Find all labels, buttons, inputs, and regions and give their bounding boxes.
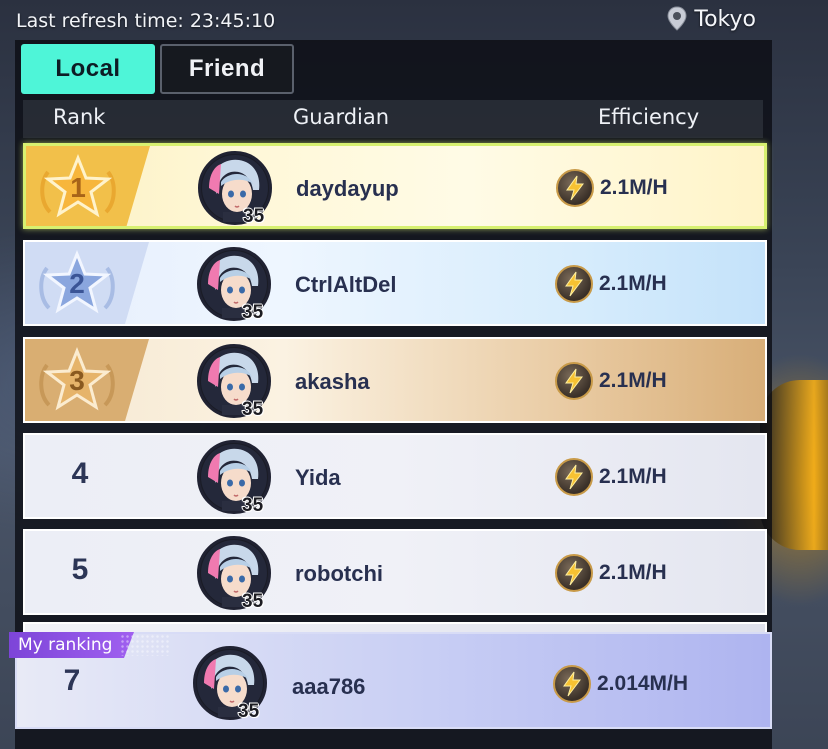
leaderboard-row[interactable]: 1 35 daydayup 2.1M/H: [23, 143, 767, 229]
player-name: robotchi: [295, 561, 383, 586]
tab-local[interactable]: Local: [21, 44, 155, 94]
leaderboard-row[interactable]: 3 35 akasha 2.1M/H: [23, 337, 767, 423]
player-level: 35: [238, 701, 260, 722]
location-indicator[interactable]: Tokyo: [666, 4, 756, 34]
rank-number: 4: [71, 457, 89, 490]
column-efficiency: Efficiency: [598, 105, 700, 129]
player-name: CtrlAltDel: [295, 272, 397, 297]
player-level: 35: [242, 302, 264, 323]
avatar[interactable]: 35: [197, 440, 271, 516]
efficiency-value: 2.1M/H: [555, 457, 667, 497]
efficiency-value: 2.1M/H: [555, 553, 667, 593]
efficiency-value: 2.1M/H: [555, 264, 667, 304]
rank-number: 7: [63, 664, 81, 697]
lightning-icon: [555, 458, 593, 496]
efficiency-value: 2.1M/H: [556, 168, 668, 208]
column-guardian: Guardian: [293, 105, 390, 129]
tab-friend[interactable]: Friend: [160, 44, 294, 94]
efficiency-text: 2.1M/H: [599, 561, 667, 584]
leaderboard-row[interactable]: 5 35 robotchi 2.1M/H: [23, 529, 767, 615]
efficiency-text: 2.1M/H: [599, 369, 667, 392]
badge-rank-number: 3: [69, 365, 85, 396]
player-level: 35: [242, 495, 264, 516]
avatar[interactable]: 35: [193, 646, 267, 722]
avatar[interactable]: 35: [197, 247, 271, 323]
decorative-dots: [120, 634, 170, 656]
lightning-icon: [555, 554, 593, 592]
badge-rank-number: 2: [69, 268, 85, 299]
player-level: 35: [243, 206, 265, 227]
last-refresh-time: Last refresh time: 23:45:10: [16, 10, 276, 32]
efficiency-text: 2.1M/H: [599, 272, 667, 295]
avatar[interactable]: 35: [197, 536, 271, 612]
player-name: daydayup: [296, 176, 399, 201]
badge-rank-number: 1: [70, 172, 86, 203]
column-rank: Rank: [53, 105, 106, 129]
lightning-icon: [553, 665, 591, 703]
lightning-icon: [555, 362, 593, 400]
player-name: akasha: [295, 369, 370, 394]
lightning-icon: [555, 265, 593, 303]
lightning-icon: [556, 169, 594, 207]
leaderboard-row[interactable]: 4 35 Yida 2.1M/H: [23, 433, 767, 519]
efficiency-text: 2.1M/H: [600, 176, 668, 199]
player-name: aaa786: [292, 674, 366, 699]
efficiency-value: 2.014M/H: [553, 664, 688, 704]
player-level: 35: [242, 399, 264, 420]
efficiency-text: 2.1M/H: [599, 465, 667, 488]
my-ranking-label: My ranking: [9, 632, 134, 658]
rank-number: 5: [71, 553, 89, 586]
silver-star-badge: 2: [25, 242, 153, 324]
efficiency-value: 2.1M/H: [555, 361, 667, 401]
top-bar: Last refresh time: 23:45:10 Tokyo: [0, 0, 828, 40]
column-header: Rank Guardian Efficiency: [23, 100, 763, 138]
gold-star-badge: 1: [26, 146, 154, 226]
avatar[interactable]: 35: [198, 151, 272, 227]
efficiency-text: 2.014M/H: [597, 672, 689, 695]
location-label: Tokyo: [694, 6, 756, 32]
avatar[interactable]: 35: [197, 344, 271, 420]
leaderboard-row[interactable]: 2 35 CtrlAltDel 2.1M/H: [23, 240, 767, 326]
player-name: Yida: [295, 465, 341, 490]
pin-icon: [666, 6, 688, 32]
player-level: 35: [242, 591, 264, 612]
bronze-star-badge: 3: [25, 339, 153, 421]
